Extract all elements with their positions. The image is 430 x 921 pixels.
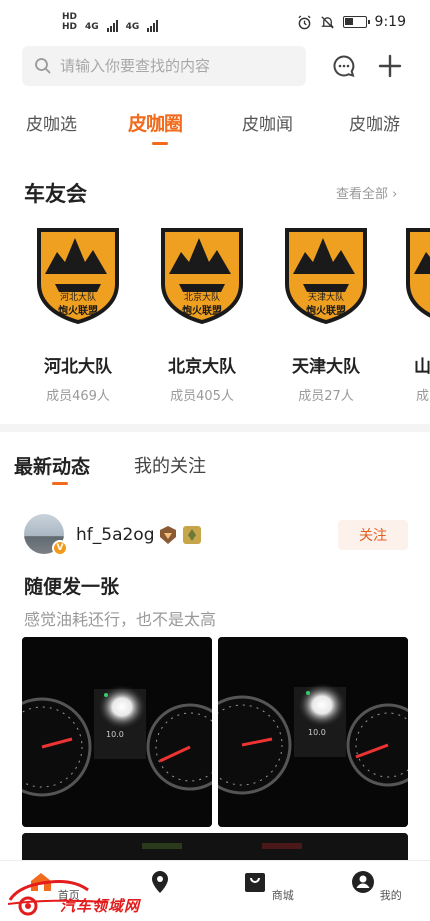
medal-badge-icon [183,526,201,544]
badge-label: 北京大队 [184,291,220,303]
club-members: 成员27人 [298,389,354,404]
dash-reading: 10.0 [308,728,326,737]
signal-icon [106,20,118,32]
nav-profile[interactable]: 我的 [336,869,416,903]
search-input[interactable] [60,57,290,75]
post-description: 感觉油耗还行，也不是太高 [24,610,217,629]
watermark-text: 汽车领域网 [60,897,141,915]
nav-shop[interactable]: 商城 [228,869,308,903]
club-badge-icon: 北京大队 炮火联盟 [161,228,243,325]
club-name: 河北大队 [44,357,112,377]
tab-pika-select[interactable]: 皮咖选 [26,110,77,135]
tab-following[interactable]: 我的关注 [134,452,206,478]
tab-indicator [152,142,168,145]
tab-pika-circle[interactable]: 皮咖圈 [128,109,183,136]
feed-tab-indicator [52,482,68,485]
club-name: 山 [414,357,430,377]
section-divider [0,424,430,432]
badge-label: 河北大队 [60,291,96,303]
tab-pika-news[interactable]: 皮咖闻 [242,110,293,135]
dash-reading: 10.0 [106,730,124,739]
tab-pika-travel[interactable]: 皮咖游 [349,110,400,135]
badge-footer: 炮火联盟 [305,304,346,317]
follow-button[interactable]: 关注 [338,520,408,550]
club-list: 河北大队 炮火联盟 河北大队 成员469人 北京大队 炮火联盟 北京大队 成员4… [0,226,430,406]
network-type-2: 4G [125,22,140,32]
club-card[interactable]: 山 成 [400,226,430,404]
badge-label: 天津大队 [308,291,344,303]
network-type-1: 4G [85,22,99,32]
search-icon [35,58,51,74]
category-tabs: 皮咖选 皮咖圈 皮咖闻 皮咖游 [0,110,430,150]
status-bar: HD HD 4G 4G 9:19 [0,0,430,44]
club-badge-icon: 天津大队 炮火联盟 [285,228,367,325]
badge-footer: 炮火联盟 [57,304,98,317]
alarm-icon [297,14,311,29]
post-photo[interactable] [22,833,408,863]
club-card[interactable]: 北京大队 炮火联盟 北京大队 成员405人 [152,226,252,404]
signal-icon-2 [147,20,159,32]
club-members: 成员469人 [46,389,110,404]
section-title: 车友会 [24,182,87,206]
club-card[interactable]: 河北大队 炮火联盟 河北大队 成员469人 [28,226,128,404]
see-all-link[interactable]: 查看全部 › [336,183,397,202]
post-photo[interactable]: 10.0 [22,637,212,827]
verified-icon: V [52,540,68,556]
club-members: 成员405人 [170,389,234,404]
dashboard-image: 10.0 [218,637,408,827]
club-badge-icon: 河北大队 炮火联盟 [37,228,119,325]
profile-icon [352,871,375,893]
dashboard-image [22,833,408,863]
post-username[interactable]: hf_5a2og [76,525,155,545]
badge-footer: 炮火联盟 [181,304,222,317]
nav-label: 商城 [271,889,294,902]
shop-bag-icon [245,873,266,892]
club-name: 北京大队 [168,357,236,377]
search-bar[interactable] [22,46,306,86]
level-badge-icon [160,526,176,544]
add-icon[interactable] [378,54,402,78]
tab-latest[interactable]: 最新动态 [14,452,90,479]
dashboard-image: 10.0 [22,637,212,827]
club-members: 成 [416,389,430,404]
nav-label: 我的 [379,889,402,902]
club-badge-icon [406,228,430,318]
message-icon[interactable] [332,54,356,78]
post-photo[interactable]: 10.0 [218,637,408,827]
clock: 9:19 [374,14,406,30]
hd-indicator: HD HD [62,12,78,32]
battery-icon [342,16,370,28]
club-card[interactable]: 天津大队 炮火联盟 天津大队 成员27人 [276,226,376,404]
mute-icon [320,15,334,29]
club-name: 天津大队 [292,357,360,377]
post-title: 随便发一张 [24,576,120,598]
